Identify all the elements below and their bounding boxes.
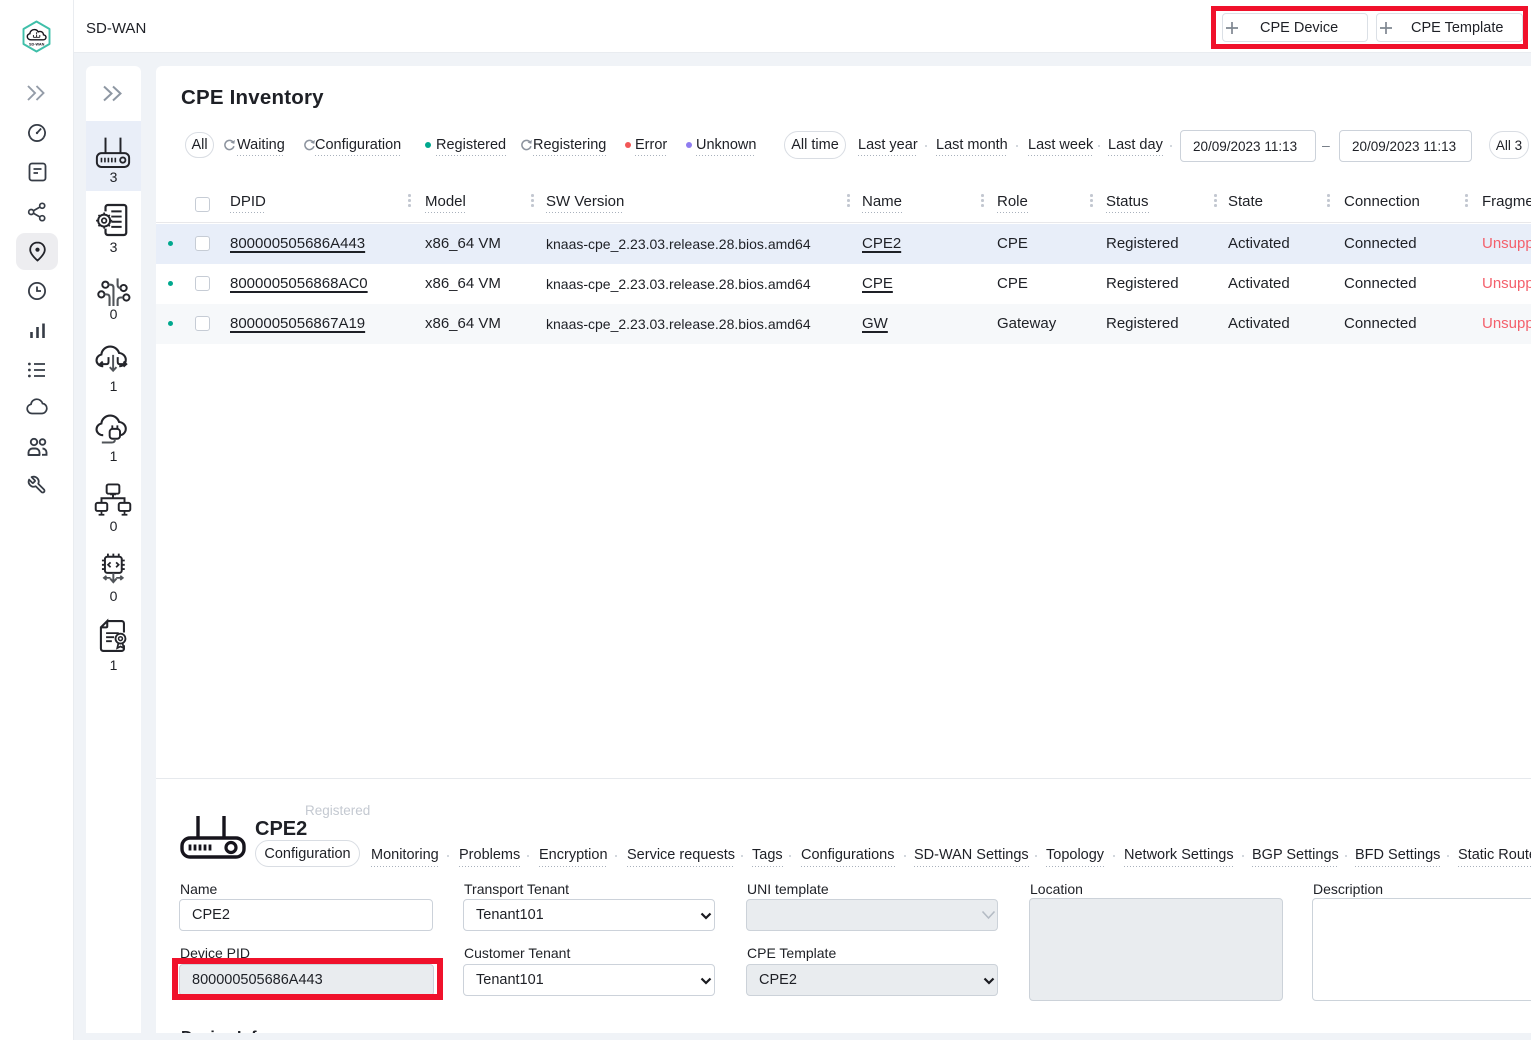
- svg-text:SD-WAN: SD-WAN: [29, 42, 45, 46]
